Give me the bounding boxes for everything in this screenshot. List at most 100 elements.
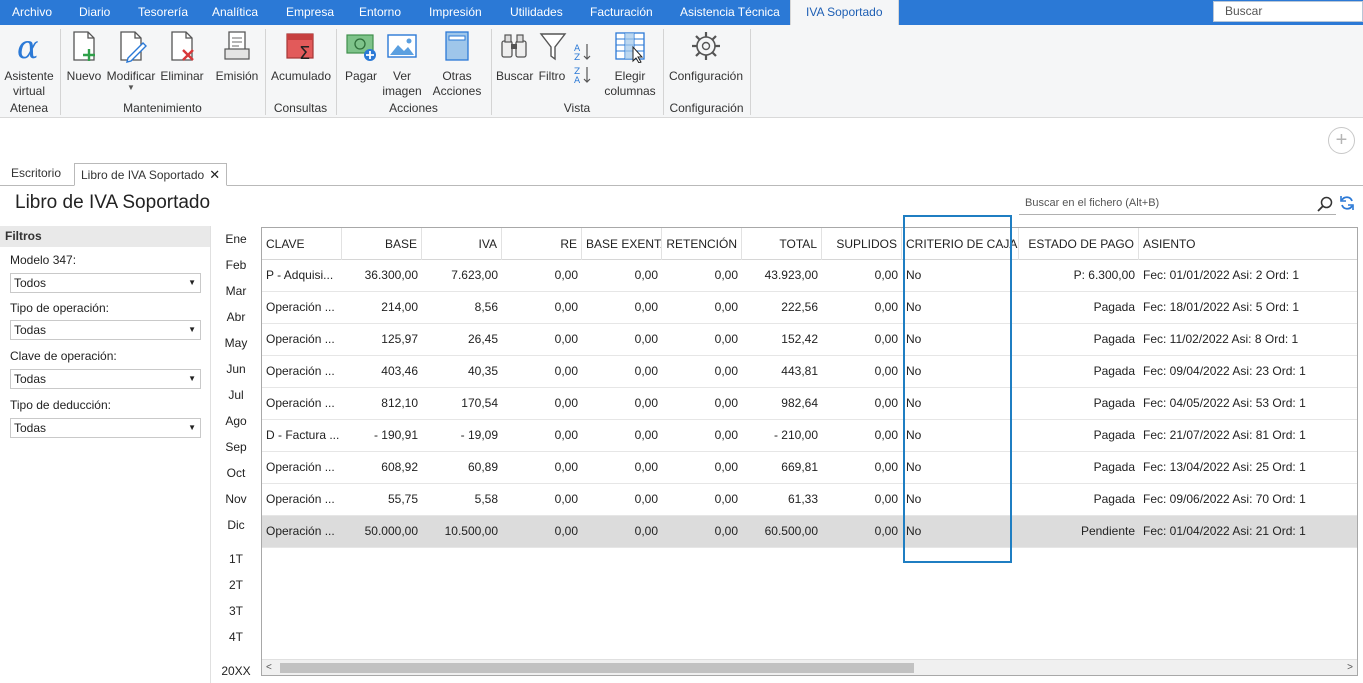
cell-total: 669,81	[781, 460, 818, 474]
refresh-icon[interactable]	[1339, 195, 1355, 211]
table-row[interactable]: Operación ... 812,10 170,54 0,00 0,00 0,00 982…	[262, 388, 1357, 420]
period-ago[interactable]: Ago	[212, 414, 260, 428]
nuevo-button[interactable]: Nuevo	[66, 29, 102, 84]
group-vista: Vista	[563, 101, 591, 115]
asistente-virtual-label: Asistente virtual	[4, 69, 54, 98]
menu-analitica[interactable]: Analítica	[212, 0, 258, 25]
tipo-deduccion-select[interactable]: Todas ▼	[10, 418, 201, 438]
menu-tesoreria[interactable]: Tesorería	[138, 0, 188, 25]
cell-base: 125,97	[381, 332, 418, 346]
period-may[interactable]: May	[212, 336, 260, 350]
period-oct[interactable]: Oct	[212, 466, 260, 480]
buscar-button[interactable]: Buscar	[496, 29, 533, 84]
nuevo-label: Nuevo	[66, 69, 102, 83]
modelo-347-select[interactable]: Todos ▼	[10, 273, 201, 293]
tab-escritorio[interactable]: Escritorio	[11, 163, 61, 186]
menu-impresion[interactable]: Impresión	[429, 0, 482, 25]
cell-retencion: 0,00	[714, 364, 738, 378]
table-row[interactable]: Operación ... 50.000,00 10.500,00 0,00 0,00 0…	[262, 516, 1357, 548]
filtro-button[interactable]: Filtro	[536, 29, 568, 84]
col-re[interactable]: RE	[502, 228, 582, 260]
group-atenea: Atenea	[9, 101, 49, 115]
col-clave[interactable]: CLAVE	[262, 228, 342, 260]
table-row[interactable]: Operación ... 55,75 5,58 0,00 0,00 0,00 61,33 0…	[262, 484, 1357, 516]
configuracion-button[interactable]: Configuración	[668, 29, 744, 84]
period-jul[interactable]: Jul	[212, 388, 260, 402]
table-row[interactable]: D - Factura ... - 190,91 - 19,09 0,00 0,00 0,…	[262, 420, 1357, 452]
top-search-input[interactable]: Buscar	[1213, 1, 1363, 22]
asistente-virtual-button[interactable]: α Asistente virtual	[4, 29, 54, 99]
menu-iva-soportado[interactable]: IVA Soportado	[790, 0, 899, 25]
tipo-operacion-select[interactable]: Todas ▼	[10, 320, 201, 340]
menu-asistencia-tecnica[interactable]: Asistencia Técnica	[680, 0, 780, 25]
ver-imagen-button[interactable]: Ver imagen	[382, 29, 422, 99]
period-sep[interactable]: Sep	[212, 440, 260, 454]
sort-az-button[interactable]: A Z Z A	[572, 41, 594, 89]
cell-base-exenta: 0,00	[634, 396, 658, 410]
otras-acciones-button[interactable]: Otras Acciones	[430, 29, 484, 99]
period-jun[interactable]: Jun	[212, 362, 260, 376]
col-estado-pago[interactable]: ESTADO DE PAGO	[1019, 228, 1139, 260]
period-year[interactable]: 20XX	[212, 664, 260, 678]
col-asiento[interactable]: ASIENTO	[1139, 228, 1357, 260]
period-feb[interactable]: Feb	[212, 258, 260, 272]
cell-total: 61,33	[787, 492, 818, 506]
period-abr[interactable]: Abr	[212, 310, 260, 324]
sum-icon: Σ	[286, 33, 314, 63]
period-ene[interactable]: Ene	[212, 232, 260, 246]
cell-re: 0,00	[554, 364, 578, 378]
col-base-exenta[interactable]: BASE EXENTA	[582, 228, 662, 260]
table-row[interactable]: P - Adquisi... 36.300,00 7.623,00 0,00 0,00 0…	[262, 260, 1357, 292]
menu-facturacion[interactable]: Facturación	[590, 0, 653, 25]
period-3t[interactable]: 3T	[212, 604, 260, 618]
menu-utilidades[interactable]: Utilidades	[510, 0, 563, 25]
search-icon[interactable]	[1316, 195, 1334, 213]
period-mar[interactable]: Mar	[212, 284, 260, 298]
tab-libro-iva-soportado[interactable]: Libro de IVA Soportado ✕	[74, 163, 228, 186]
menu-diario[interactable]: Diario	[79, 0, 110, 25]
pagar-button[interactable]: Pagar	[342, 29, 380, 84]
col-iva[interactable]: IVA	[422, 228, 502, 260]
period-nov[interactable]: Nov	[212, 492, 260, 506]
period-1t[interactable]: 1T	[212, 552, 260, 566]
table-row[interactable]: Operación ... 608,92 60,89 0,00 0,00 0,00 669,…	[262, 452, 1357, 484]
file-search-input[interactable]: Buscar en el fichero (Alt+B)	[1019, 193, 1336, 215]
table-row[interactable]: Operación ... 214,00 8,56 0,00 0,00 0,00 222,5…	[262, 292, 1357, 324]
elegir-columnas-label: Elegir columnas	[604, 69, 656, 98]
add-tab-button[interactable]: +	[1328, 127, 1355, 154]
cell-clave: Operación ...	[266, 396, 335, 410]
group-consultas: Consultas	[273, 101, 328, 115]
period-dic[interactable]: Dic	[212, 518, 260, 532]
col-total[interactable]: TOTAL	[742, 228, 822, 260]
period-4t[interactable]: 4T	[212, 630, 260, 644]
acumulado-button[interactable]: Σ Acumulado	[270, 29, 332, 84]
cell-base: 812,10	[381, 396, 418, 410]
menu-empresa[interactable]: Empresa	[286, 0, 334, 25]
col-suplidos[interactable]: SUPLIDOS	[822, 228, 902, 260]
scrollbar-thumb[interactable]	[280, 663, 914, 673]
clave-operacion-select[interactable]: Todas ▼	[10, 369, 201, 389]
cell-retencion: 0,00	[714, 396, 738, 410]
period-2t[interactable]: 2T	[212, 578, 260, 592]
chevron-left-icon[interactable]: <	[266, 660, 272, 676]
eliminar-button[interactable]: Eliminar	[160, 29, 204, 84]
col-base[interactable]: BASE	[342, 228, 422, 260]
modificar-label: Modificar	[106, 69, 156, 83]
table-row[interactable]: Operación ... 125,97 26,45 0,00 0,00 0,00 152,…	[262, 324, 1357, 356]
col-retencion[interactable]: RETENCIÓN	[662, 228, 742, 260]
chevron-right-icon[interactable]: >	[1347, 660, 1353, 676]
iva-table: CLAVE BASE IVA RE BASE EXENTA RETENCIÓN …	[261, 227, 1358, 676]
cell-asiento: Fec: 21/07/2022 Asi: 81 Ord: 1	[1143, 428, 1306, 442]
horizontal-scrollbar[interactable]: < >	[262, 659, 1357, 675]
table-row[interactable]: Operación ... 403,46 40,35 0,00 0,00 0,00 443,…	[262, 356, 1357, 388]
menu-entorno[interactable]: Entorno	[359, 0, 401, 25]
close-icon[interactable]: ✕	[209, 164, 220, 185]
menu-archivo[interactable]: Archivo	[12, 0, 52, 25]
cell-retencion: 0,00	[714, 332, 738, 346]
modificar-button[interactable]: Modificar ▼	[105, 29, 157, 92]
elegir-columnas-button[interactable]: Elegir columnas	[603, 29, 657, 99]
cell-total: 43.923,00	[764, 268, 818, 282]
filter-icon	[539, 33, 567, 61]
emision-button[interactable]: Emisión	[215, 29, 259, 84]
chevron-down-icon: ▼	[188, 423, 196, 432]
